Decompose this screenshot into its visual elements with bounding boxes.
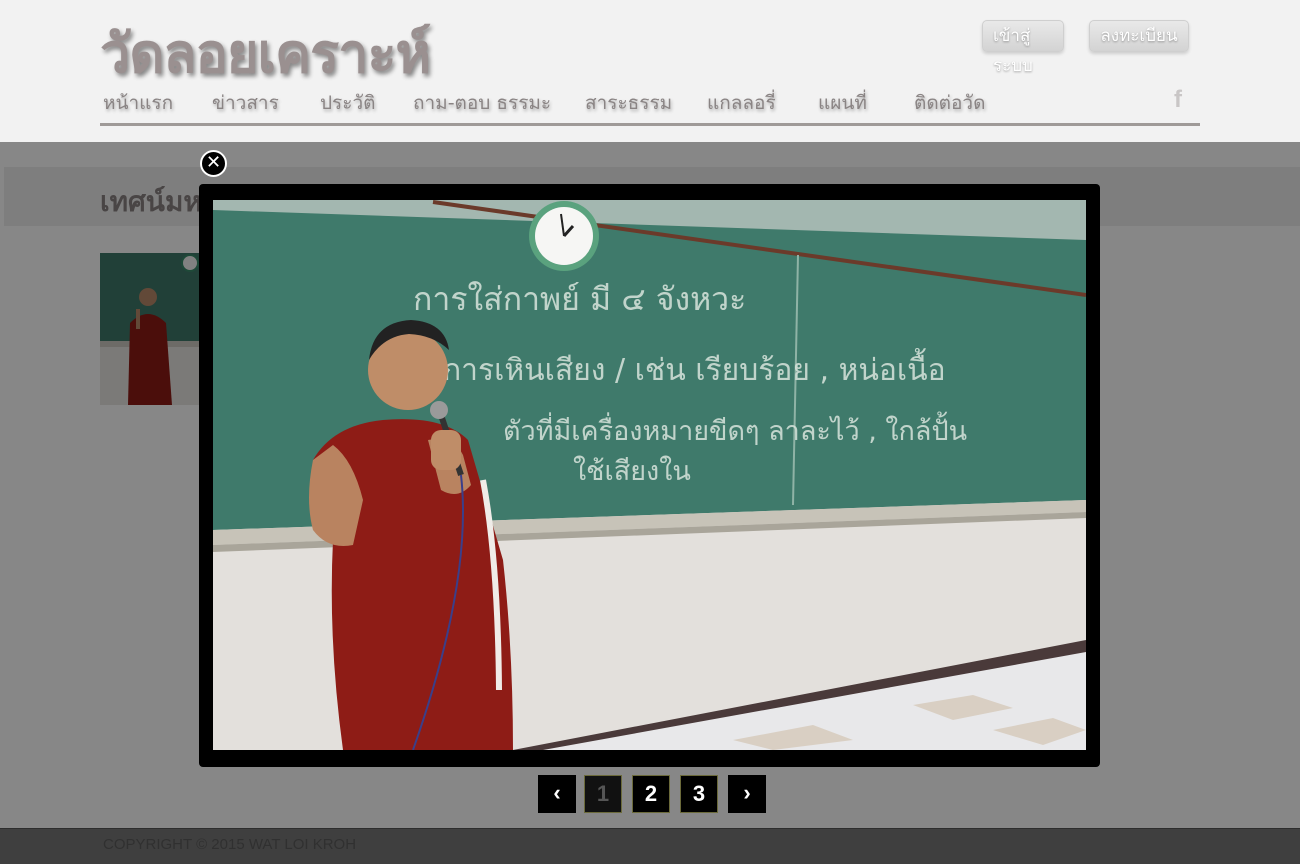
nav-item-news[interactable]: ข่าวสาร	[212, 88, 279, 118]
page-2-button[interactable]: 2	[632, 775, 670, 813]
chevron-right-icon: ›	[743, 780, 751, 805]
board-line-3: ตัวที่มีเครื่องหมายขีดๆ ลาละไว้ , ใกล้ปั…	[503, 411, 967, 447]
lightbox-photo[interactable]: การใส่กาพย์ มี ๔ จังหวะ การเหินเสียง / เ…	[213, 200, 1086, 750]
nav-item-history[interactable]: ประวัติ	[320, 88, 375, 118]
chevron-left-icon: ‹	[553, 780, 561, 805]
close-lightbox-button[interactable]: ✕	[200, 150, 227, 177]
nav-item-dhamma-articles[interactable]: สาระธรรม	[585, 88, 672, 118]
login-button[interactable]: เข้าสู่ระบบ	[982, 20, 1064, 76]
page-3-button[interactable]: 3	[680, 775, 718, 813]
board-line-1: การใส่กาพย์ มี ๔ จังหวะ	[413, 280, 746, 318]
page-1-button[interactable]: 1	[584, 775, 622, 813]
monk-teaching-photo: การใส่กาพย์ มี ๔ จังหวะ การเหินเสียง / เ…	[213, 200, 1086, 750]
prev-page-button[interactable]: ‹	[538, 775, 576, 813]
close-icon: ✕	[205, 152, 222, 173]
board-line-4: ใช้เสียงใน	[573, 455, 691, 487]
nav-item-home[interactable]: หน้าแรก	[103, 88, 173, 118]
nav-item-gallery[interactable]: แกลลอรี่	[707, 88, 776, 118]
nav-item-map[interactable]: แผนที่	[818, 88, 867, 118]
nav-item-qa-dhamma[interactable]: ถาม-ตอบ ธรรมะ	[413, 88, 551, 118]
board-line-2: การเหินเสียง / เช่น เรียบร้อย , หน่อเนื้…	[443, 348, 946, 388]
nav-item-contact[interactable]: ติดต่อวัด	[914, 88, 985, 118]
main-nav: หน้าแรก ข่าวสาร ประวัติ ถาม-ตอบ ธรรมะ สา…	[100, 86, 1200, 126]
register-button[interactable]: ลงทะเบียน	[1089, 20, 1189, 52]
next-page-button[interactable]: ›	[728, 775, 766, 813]
site-title[interactable]: วัดลอยเคราะห์	[100, 10, 431, 96]
site-header: วัดลอยเคราะห์ เข้าสู่ระบบ ลงทะเบียน f หน…	[0, 0, 1300, 142]
lightbox: การใส่กาพย์ มี ๔ จังหวะ การเหินเสียง / เ…	[199, 184, 1100, 767]
